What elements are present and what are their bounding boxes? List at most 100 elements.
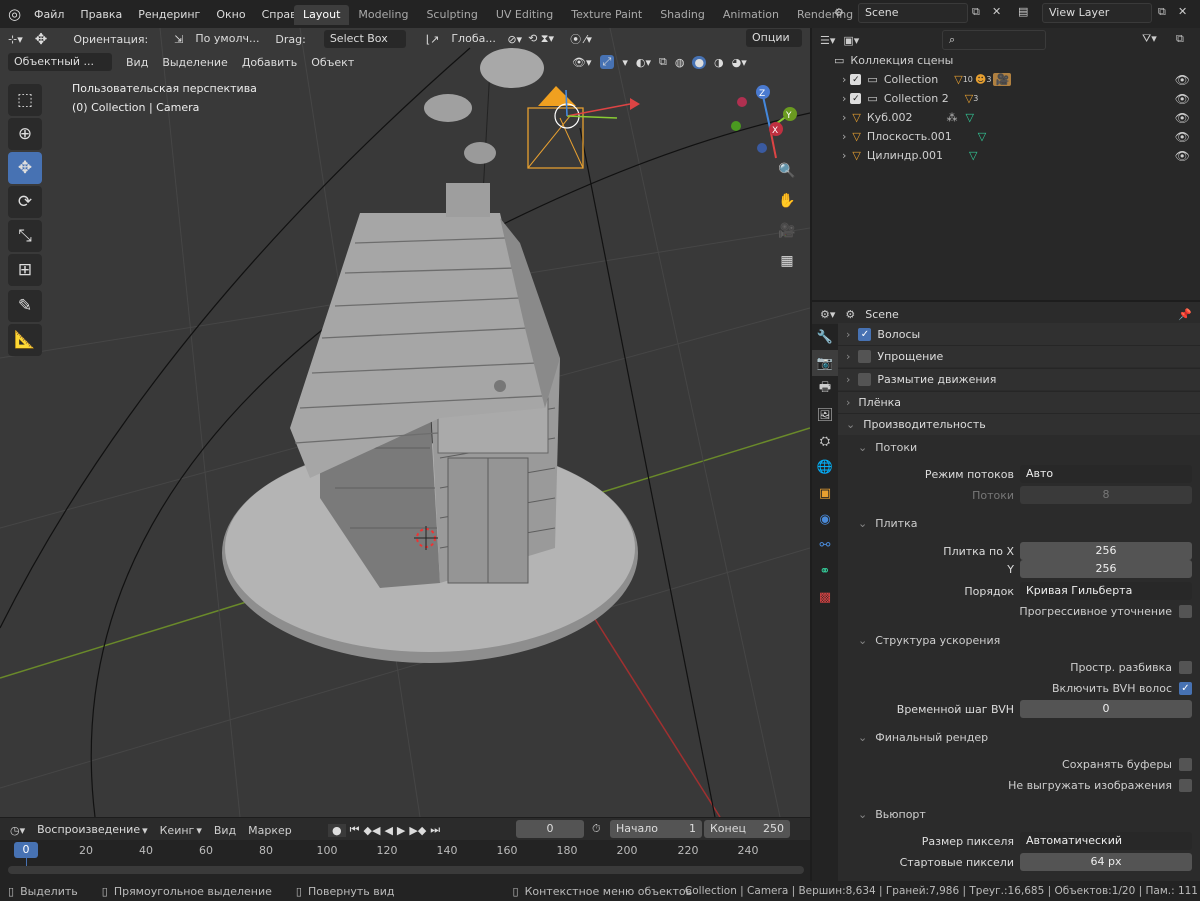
3d-viewport[interactable]: Z Y X ⊹▾ ✥ Ориентация: ⇲ По умолч... Dra… <box>0 28 810 817</box>
panel-simplify[interactable]: › Упрощение <box>838 345 1200 367</box>
start-pixels-field[interactable]: 64 px <box>1020 853 1192 871</box>
frame-end-field[interactable]: Конец 250 <box>704 820 790 838</box>
subpanel-final-render[interactable]: ⌄ Финальный рендер <box>838 726 1200 748</box>
measure-tool-icon[interactable]: 📐 <box>8 324 42 356</box>
gizmo-dropdown-icon[interactable]: ▾ <box>622 56 628 69</box>
expand-arrow-icon[interactable]: › <box>842 92 846 105</box>
rotate-tool-icon[interactable]: ⟳ <box>8 186 42 218</box>
annotate-tool-icon[interactable]: ✎ <box>8 290 42 322</box>
exclude-checkbox[interactable]: ✓ <box>850 93 862 104</box>
blender-logo-icon[interactable]: ◎ <box>8 5 21 23</box>
tile-y-field[interactable]: 256 <box>1020 560 1192 578</box>
snap-icon[interactable]: ⟲ ⧗▾ <box>528 32 554 46</box>
proportional-edit-icon[interactable]: ⦿ ⁄▾ <box>570 31 592 47</box>
select-box-tool-icon[interactable]: ⬚ <box>8 84 42 116</box>
record-icon[interactable]: ● <box>328 823 346 837</box>
tab-sculpting[interactable]: Sculpting <box>417 5 486 25</box>
properties-editor-icon[interactable]: ⚙▾ <box>820 308 835 321</box>
expand-arrow-icon[interactable]: › <box>842 111 846 124</box>
current-frame-field[interactable]: 0 <box>516 820 584 838</box>
render-icon[interactable]: 📷 <box>812 350 838 376</box>
outliner-search-input[interactable]: ⌕ <box>942 30 1046 50</box>
menu-add[interactable]: Добавить <box>242 56 297 69</box>
visibility-eye-icon[interactable]: 👁 <box>1175 149 1190 163</box>
tab-rendering[interactable]: Rendering <box>788 5 862 25</box>
output-icon[interactable]: 🖶 <box>812 376 838 402</box>
mode-dropdown[interactable]: Объектный ... <box>8 53 112 71</box>
xray-icon[interactable]: ⧉ <box>659 55 667 69</box>
timeline-scrollbar[interactable] <box>8 866 804 874</box>
subpanel-acceleration[interactable]: ⌄ Структура ускорения <box>838 629 1200 651</box>
delete-scene-icon[interactable]: ✕ <box>992 5 1001 18</box>
expand-arrow-icon[interactable]: › <box>842 149 846 162</box>
playhead[interactable]: 0 <box>14 842 38 858</box>
filter-icon[interactable]: ⛛▾ <box>1142 32 1157 46</box>
material-shading-icon[interactable]: ◑ <box>714 56 724 69</box>
tab-texture-paint[interactable]: Texture Paint <box>562 5 651 25</box>
data-icon[interactable]: ⚭ <box>812 558 838 584</box>
pin-icon[interactable]: 📌 <box>1178 308 1192 321</box>
new-scene-icon[interactable]: ⧉ <box>972 5 980 19</box>
new-collection-icon[interactable]: ⧉ <box>1176 32 1184 46</box>
menu-file[interactable]: Файл <box>26 8 72 21</box>
orientation-dropdown[interactable]: По умолч... <box>189 30 263 48</box>
hair-checkbox[interactable]: ✓ <box>858 327 872 341</box>
camera-view-icon[interactable]: 🎥 <box>774 218 800 244</box>
constraints-icon[interactable]: ⚯ <box>812 532 838 558</box>
hair-bvh-checkbox[interactable]: ✓ <box>1179 681 1192 695</box>
frame-start-field[interactable]: Начало 1 <box>610 820 702 838</box>
scene-tab-icon[interactable]: ⛭ <box>812 428 838 454</box>
subpanel-viewport[interactable]: ⌄ Вьюпорт <box>838 803 1200 825</box>
perspective-toggle-icon[interactable]: ▦ <box>774 248 800 274</box>
simplify-checkbox[interactable] <box>858 350 872 363</box>
transform-orientation-dropdown[interactable]: Глоба... <box>445 30 501 48</box>
editor-type-icon[interactable]: ⊹▾ <box>8 33 23 46</box>
scale-tool-icon[interactable]: ⤡ <box>8 220 42 252</box>
visibility-eye-icon[interactable]: 👁 <box>1175 73 1190 87</box>
menu-edit[interactable]: Правка <box>72 8 130 21</box>
overlays-icon[interactable]: ◐▾ <box>636 56 651 69</box>
threads-count-field[interactable]: 8 <box>1020 486 1192 504</box>
play-reverse-icon[interactable]: ◀ <box>384 824 392 837</box>
pan-hand-icon[interactable]: ✋ <box>774 188 800 214</box>
solid-shading-icon[interactable]: ● <box>692 55 707 69</box>
view-layer-icon[interactable]: ▤ <box>1018 5 1028 18</box>
physics-icon[interactable]: ◉ <box>812 506 838 532</box>
keying-menu[interactable]: Кеинг <box>160 824 195 837</box>
pixel-size-dropdown[interactable]: Автоматический <box>1020 832 1192 850</box>
new-view-layer-icon[interactable]: ⧉ <box>1158 5 1166 19</box>
scene-icon[interactable]: ⚙ <box>834 6 844 19</box>
motion-blur-checkbox[interactable] <box>858 373 872 386</box>
pivot-icon[interactable]: ⊘▾ <box>507 33 522 46</box>
menu-object[interactable]: Объект <box>311 56 354 69</box>
transform-pivot-icon[interactable]: ✥ <box>35 30 48 48</box>
playback-menu[interactable]: Воспроизведение <box>37 821 140 839</box>
stopwatch-icon[interactable]: ⏱ <box>592 822 601 836</box>
jump-start-icon[interactable]: ⏮ <box>350 823 360 837</box>
outliner-item-collection[interactable]: › ✓ ▭ Collection ▽ 10 ☻ 3 🎥 👁 <box>812 70 1200 89</box>
drag-dropdown[interactable]: Select Box <box>323 30 406 48</box>
playback-dropdown-icon[interactable]: ▾ <box>142 824 148 837</box>
expand-arrow-icon[interactable]: › <box>842 130 846 143</box>
outliner-item-cylinder[interactable]: › ▽ Цилиндр.001 ▽ 👁 <box>812 146 1200 165</box>
view-layer-selector[interactable]: View Layer <box>1042 3 1152 23</box>
jump-end-icon[interactable]: ⏭ <box>430 823 440 837</box>
outliner-item-collection-2[interactable]: › ✓ ▭ Collection 2 ▽ 3 👁 <box>812 89 1200 108</box>
tab-shading[interactable]: Shading <box>651 5 714 25</box>
outliner-item-plane[interactable]: › ▽ Плоскость.001 ▽ 👁 <box>812 127 1200 146</box>
tab-animation[interactable]: Animation <box>714 5 788 25</box>
bvh-step-field[interactable]: 0 <box>1020 700 1192 718</box>
outliner-editor-icon[interactable]: ☰▾ <box>820 34 835 47</box>
cursor-tool-icon[interactable]: ⊕ <box>8 118 42 150</box>
timeline-scrubber[interactable]: 0 20 40 60 80 100 120 140 160 180 200 22… <box>0 840 810 881</box>
visibility-icon[interactable]: 👁▾ <box>572 56 592 69</box>
outliner-item-cube[interactable]: › ▽ Куб.002 ⁂ ▽ 👁 <box>812 108 1200 127</box>
prev-keyframe-icon[interactable]: ◆◀ <box>364 824 381 837</box>
panel-performance[interactable]: ⌄ Производительность <box>838 413 1200 435</box>
timeline-editor-icon[interactable]: ◷▾ <box>10 824 25 837</box>
subpanel-threads[interactable]: ⌄ Потоки <box>838 436 1200 458</box>
panel-motion-blur[interactable]: › Размытие движения <box>838 368 1200 390</box>
tool-settings-icon[interactable]: 🔧 <box>812 324 838 350</box>
menu-select[interactable]: Выделение <box>162 56 228 69</box>
exclude-checkbox[interactable]: ✓ <box>850 74 862 85</box>
